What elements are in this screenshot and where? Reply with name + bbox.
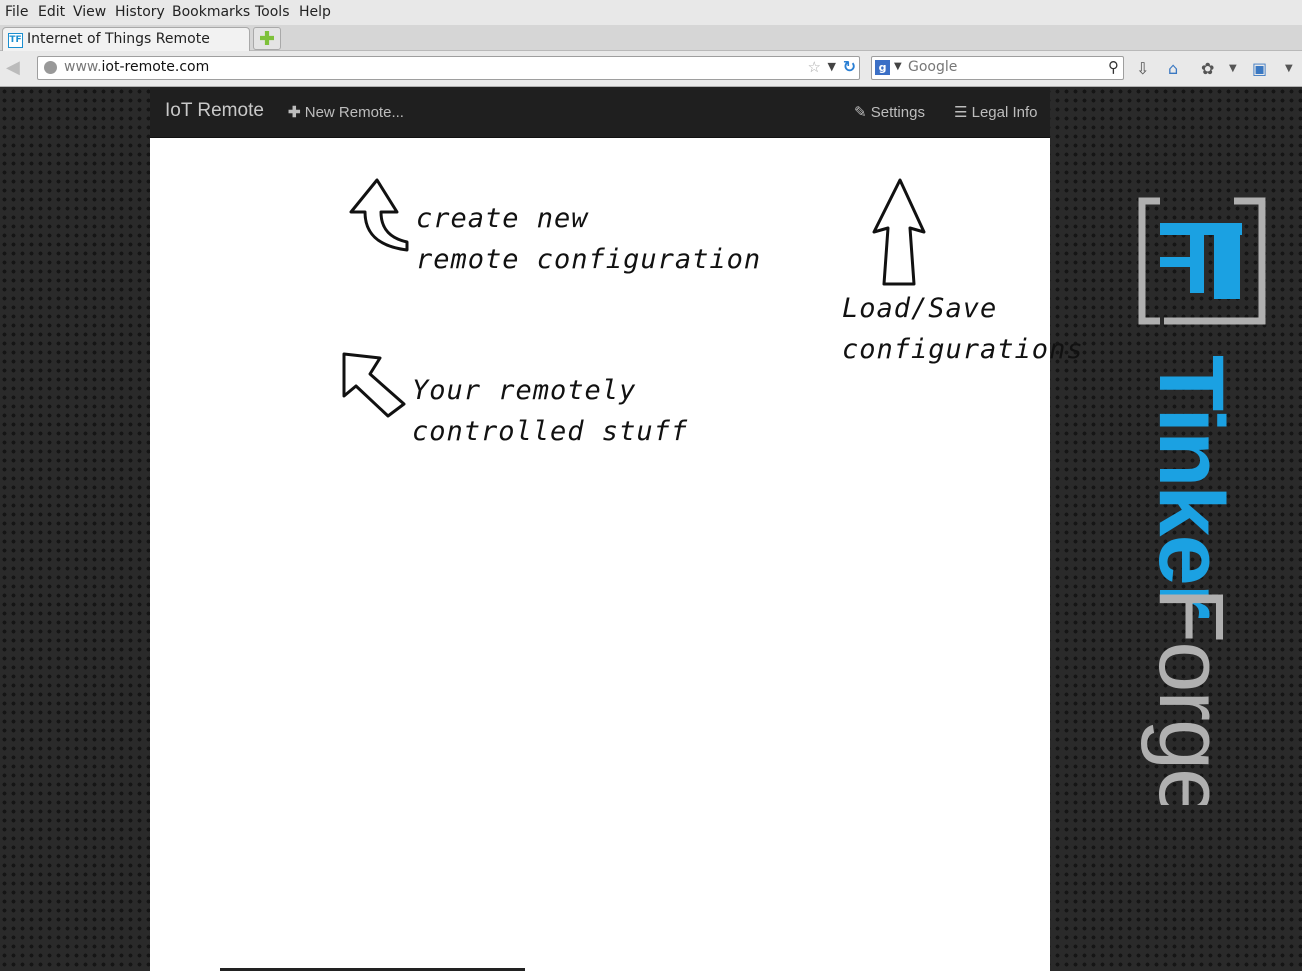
pencil-icon: ✎ <box>854 104 867 121</box>
tab-title: Internet of Things Remote <box>27 31 210 47</box>
menu-dropdown-icon[interactable]: ▼ <box>1285 63 1293 74</box>
load-save-hint: Load/Save configurations <box>842 288 1084 370</box>
menu-tools[interactable]: Tools <box>255 4 290 20</box>
plus-icon: ✚ <box>288 104 301 121</box>
curved-arrow-icon <box>349 178 409 252</box>
logo-word-tinker: Tinker <box>1140 355 1242 619</box>
create-hint-line1: create new <box>416 203 589 234</box>
menu-help[interactable]: Help <box>299 4 331 20</box>
load-save-hint-line1: Load/Save <box>842 293 998 324</box>
up-arrow-icon <box>872 178 926 286</box>
tab-iot-remote[interactable]: TF Internet of Things Remote <box>2 27 250 51</box>
list-icon: ☰ <box>954 104 968 121</box>
search-icon[interactable]: ⚲ <box>1108 58 1119 76</box>
menu-view[interactable]: View <box>73 4 106 20</box>
google-icon[interactable]: g <box>875 60 890 75</box>
tinkerforge-logo: Tinker Forge <box>1130 195 1270 817</box>
create-hint-line2: remote configuration <box>416 244 762 275</box>
search-placeholder: Google <box>908 59 958 75</box>
url-dropdown-icon[interactable]: ▼ <box>828 60 836 73</box>
reload-icon[interactable]: ↻ <box>843 57 856 76</box>
url-bar[interactable]: www.iot-remote.com ☆ ▼ ↻ <box>37 56 860 80</box>
home-icon[interactable]: ⌂ <box>1168 59 1178 78</box>
new-tab-button[interactable] <box>253 27 281 50</box>
profile-icon[interactable]: ▣ <box>1252 59 1267 78</box>
addon-dropdown-icon[interactable]: ▼ <box>1229 63 1237 74</box>
search-bar[interactable]: g ▼ Google ⚲ <box>871 56 1124 80</box>
navigation-toolbar: ◀ www.iot-remote.com ☆ ▼ ↻ g ▼ Google ⚲ … <box>0 51 1302 87</box>
settings-label: Settings <box>870 104 925 121</box>
settings-link[interactable]: ✎ Settings <box>854 103 925 121</box>
menu-bar: File Edit View History Bookmarks Tools H… <box>0 0 1302 25</box>
globe-icon <box>44 61 57 74</box>
url-text[interactable]: www.iot-remote.com <box>64 59 209 75</box>
legal-info-label: Legal Info <box>971 104 1038 121</box>
search-engine-dropdown-icon[interactable]: ▼ <box>894 61 902 72</box>
back-arrow-icon[interactable]: ◀ <box>6 58 30 78</box>
logo-word-forge: Forge <box>1140 587 1242 805</box>
menu-edit[interactable]: Edit <box>38 4 65 20</box>
tinkerforge-favicon-icon: TF <box>8 33 23 48</box>
legal-info-link[interactable]: ☰ Legal Info <box>954 103 1038 121</box>
load-save-hint-line2: configurations <box>842 334 1084 365</box>
app-brand[interactable]: IoT Remote <box>165 100 264 122</box>
stuff-hint-line2: controlled stuff <box>412 416 689 447</box>
menu-history[interactable]: History <box>115 4 165 20</box>
main-content: create new remote configuration Load/Sav… <box>150 138 1083 971</box>
diagonal-arrow-icon <box>342 352 406 418</box>
addon-icon[interactable]: ✿ <box>1201 59 1214 78</box>
menu-file[interactable]: File <box>5 4 28 20</box>
stuff-hint: Your remotely controlled stuff <box>412 370 688 452</box>
stuff-hint-line1: Your remotely <box>412 375 637 406</box>
new-remote-label: New Remote... <box>304 104 404 121</box>
new-remote-link[interactable]: ✚ New Remote... <box>288 103 404 121</box>
tab-bar: TF Internet of Things Remote <box>0 25 1302 51</box>
bookmark-star-icon[interactable]: ☆ <box>808 58 821 76</box>
create-hint: create new remote configuration <box>416 198 761 280</box>
downloads-icon[interactable]: ⇩ <box>1136 59 1149 78</box>
app-navbar: IoT Remote ✚ New Remote... ✎ Settings ☰ … <box>150 87 1050 138</box>
menu-bookmarks[interactable]: Bookmarks <box>172 4 250 20</box>
